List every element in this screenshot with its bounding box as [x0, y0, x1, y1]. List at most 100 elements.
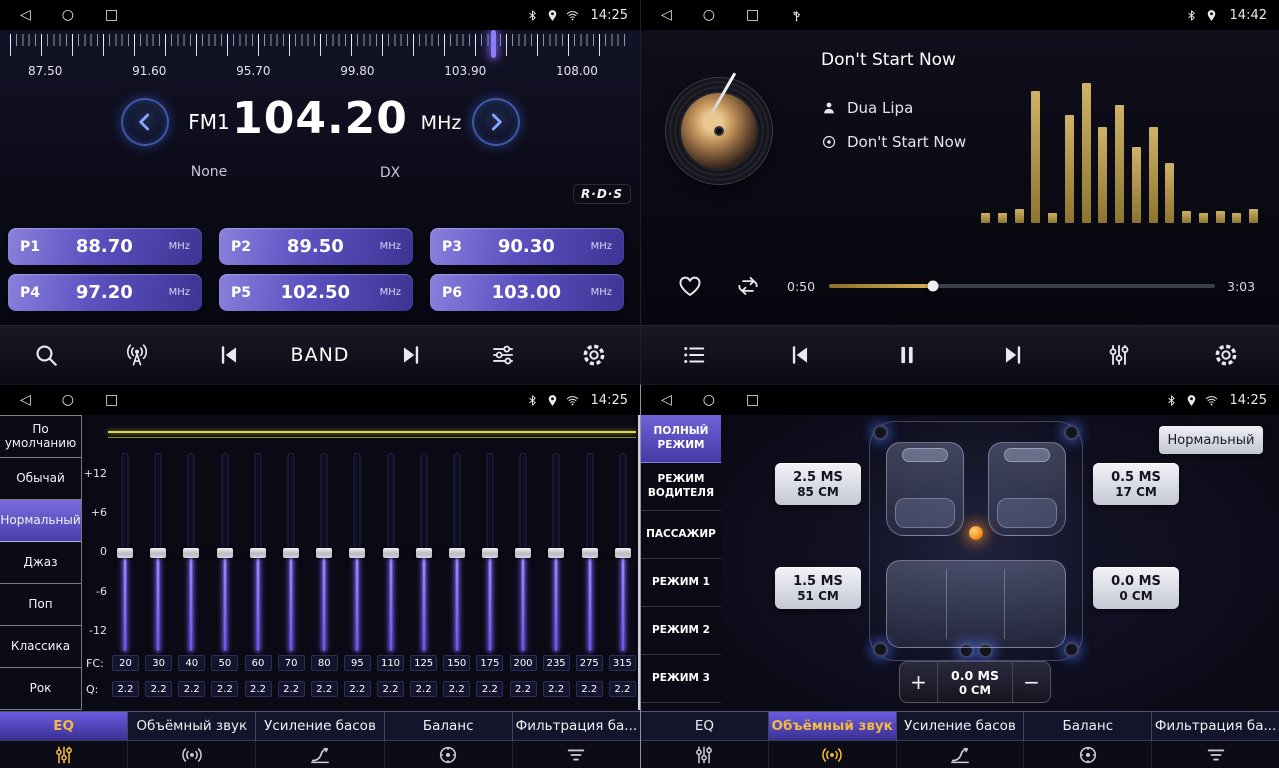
tab-surround-iconcell[interactable]: [128, 741, 256, 768]
tab-filtering[interactable]: Фильтрация ба...: [1152, 712, 1279, 740]
eq-band-slider[interactable]: [378, 453, 404, 653]
previous-track-button[interactable]: [747, 342, 853, 368]
tab-bass-boost[interactable]: Усиление басов: [256, 712, 384, 740]
preset-button-p6[interactable]: P6 103.00 MHz: [430, 274, 624, 311]
tab-bass-iconcell[interactable]: [897, 741, 1025, 768]
eq-band-slider[interactable]: [344, 453, 370, 653]
eq-preset-normal[interactable]: Нормальный: [0, 500, 81, 542]
mode-1[interactable]: РЕЖИМ 1: [641, 559, 721, 607]
recents-button[interactable]: □: [105, 393, 118, 407]
preset-button-p3[interactable]: P3 90.30 MHz: [430, 228, 624, 265]
settings-button[interactable]: [549, 342, 640, 368]
back-button[interactable]: ◁: [661, 8, 672, 22]
tab-eq[interactable]: EQ: [0, 712, 128, 740]
eq-band-slider[interactable]: [543, 453, 569, 653]
settings-button[interactable]: [1173, 342, 1279, 368]
scan-button[interactable]: [0, 342, 91, 368]
mode-passenger[interactable]: ПАССАЖИР: [641, 511, 721, 559]
front-left-delay-chip[interactable]: 2.5 MS 85 CM: [775, 463, 861, 505]
repeat-icon[interactable]: [735, 273, 761, 299]
tab-surround-sound[interactable]: Объёмный звук: [769, 712, 897, 740]
favorite-heart-icon[interactable]: [677, 273, 703, 299]
tab-bass-boost[interactable]: Усиление басов: [897, 712, 1025, 740]
eq-band-slider[interactable]: [444, 453, 470, 653]
next-track-button[interactable]: [960, 342, 1066, 368]
tab-filter-iconcell[interactable]: [513, 741, 640, 768]
home-button[interactable]: ○: [703, 8, 715, 22]
decrease-delay-button[interactable]: −: [1012, 662, 1050, 702]
mode-full[interactable]: ПОЛНЫЙ РЕЖИМ: [641, 415, 721, 463]
speaker-front-left-icon: [873, 425, 888, 440]
eq-preset-jazz[interactable]: Джаз: [0, 542, 81, 584]
seek-previous-button[interactable]: [183, 342, 274, 368]
back-button[interactable]: ◁: [20, 8, 31, 22]
tab-balance-iconcell[interactable]: [385, 741, 513, 768]
home-button[interactable]: ○: [703, 393, 715, 407]
eq-band-slider[interactable]: [411, 453, 437, 653]
driver-seat-graphic: [886, 442, 964, 536]
preset-unit: MHz: [380, 287, 401, 298]
eq-band-slider[interactable]: [311, 453, 337, 653]
listening-position-dot[interactable]: [969, 526, 983, 540]
equalizer-button[interactable]: [457, 342, 548, 368]
tune-up-button[interactable]: [472, 98, 520, 146]
back-button[interactable]: ◁: [661, 393, 672, 407]
fc-value: 95: [344, 655, 371, 671]
progress-bar[interactable]: [829, 284, 1215, 288]
rear-left-delay-chip[interactable]: 1.5 MS 51 CM: [775, 567, 861, 609]
eq-preset-rock[interactable]: Рок: [0, 668, 81, 710]
tab-balance[interactable]: Баланс: [1024, 712, 1152, 740]
eq-preset-pop[interactable]: Поп: [0, 584, 81, 626]
eq-band-slider[interactable]: [610, 453, 636, 653]
eq-preset-classic[interactable]: Классика: [0, 626, 81, 668]
preset-button-p2[interactable]: P2 89.50 MHz: [219, 228, 413, 265]
eq-band-slider[interactable]: [577, 453, 603, 653]
tuning-indicator[interactable]: [491, 30, 496, 58]
surround-preset-button[interactable]: Нормальный: [1159, 426, 1263, 454]
pause-button[interactable]: [854, 342, 960, 368]
eq-band-slider[interactable]: [245, 453, 271, 653]
mode-3[interactable]: РЕЖИМ 3: [641, 655, 721, 703]
preset-frequency: 102.50: [251, 282, 380, 303]
front-right-delay-chip[interactable]: 0.5 MS 17 CM: [1093, 463, 1179, 505]
back-button[interactable]: ◁: [20, 393, 31, 407]
tab-eq[interactable]: EQ: [641, 712, 769, 740]
home-button[interactable]: ○: [62, 8, 74, 22]
tab-eq-iconcell[interactable]: [641, 741, 769, 768]
eq-band-slider[interactable]: [510, 453, 536, 653]
eq-band-slider[interactable]: [112, 453, 138, 653]
tab-bass-iconcell[interactable]: [256, 741, 384, 768]
tab-surround-sound[interactable]: Объёмный звук: [128, 712, 256, 740]
home-button[interactable]: ○: [62, 393, 74, 407]
equalizer-button[interactable]: [1066, 342, 1172, 368]
recents-button[interactable]: □: [746, 8, 759, 22]
tab-eq-iconcell[interactable]: [0, 741, 128, 768]
eq-band-slider[interactable]: [212, 453, 238, 653]
recents-button[interactable]: □: [105, 8, 118, 22]
tab-filtering[interactable]: Фильтрация ба...: [513, 712, 640, 740]
tab-balance[interactable]: Баланс: [385, 712, 513, 740]
preset-button-p5[interactable]: P5 102.50 MHz: [219, 274, 413, 311]
increase-delay-button[interactable]: +: [900, 662, 938, 702]
eq-band-slider[interactable]: [178, 453, 204, 653]
tab-balance-iconcell[interactable]: [1024, 741, 1152, 768]
preset-button-p4[interactable]: P4 97.20 MHz: [8, 274, 202, 311]
band-button[interactable]: BAND: [274, 344, 365, 366]
rear-right-delay-chip[interactable]: 0.0 MS 0 CM: [1093, 567, 1179, 609]
tab-filter-iconcell[interactable]: [1152, 741, 1279, 768]
recents-button[interactable]: □: [746, 393, 759, 407]
eq-preset-default[interactable]: По умолчанию: [0, 416, 81, 458]
eq-preset-custom[interactable]: Обычай: [0, 458, 81, 500]
playlist-button[interactable]: [641, 342, 747, 368]
eq-band-slider[interactable]: [477, 453, 503, 653]
mode-2[interactable]: РЕЖИМ 2: [641, 607, 721, 655]
mode-driver[interactable]: РЕЖИМ ВОДИТЕЛЯ: [641, 463, 721, 511]
preset-button-p1[interactable]: P1 88.70 MHz: [8, 228, 202, 265]
bluetooth-icon: [526, 394, 539, 407]
tab-surround-iconcell[interactable]: [769, 741, 897, 768]
progress-knob[interactable]: [928, 281, 939, 292]
eq-band-slider[interactable]: [145, 453, 171, 653]
broadcast-button[interactable]: [91, 342, 182, 368]
eq-band-slider[interactable]: [278, 453, 304, 653]
seek-next-button[interactable]: [366, 342, 457, 368]
